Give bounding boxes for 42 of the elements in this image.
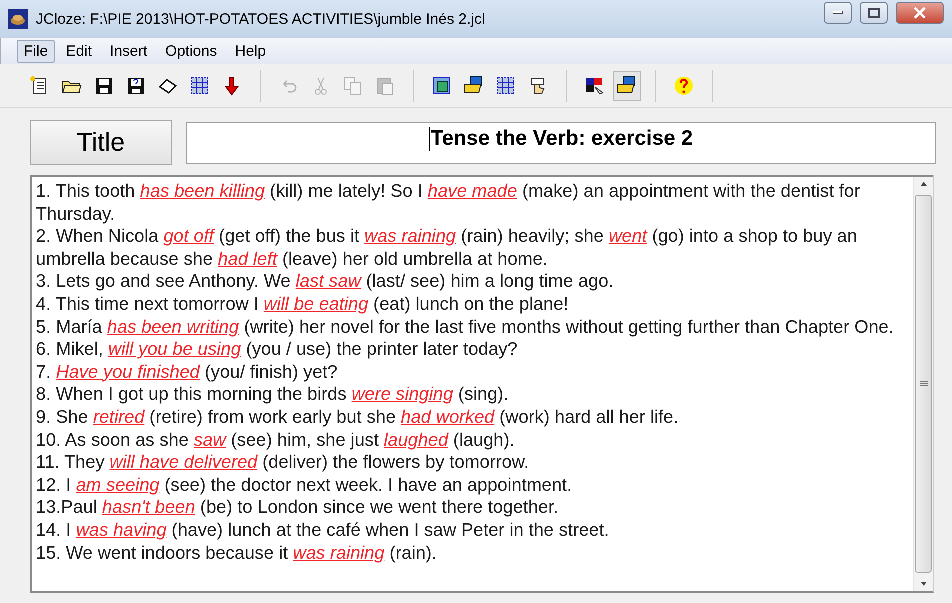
exercise-sentence: 5. María has been writing (write) her novel for the last five months without getting further than Chapter One. <box>36 316 895 338</box>
exercise-sentence: 13.Paul hasn't been (be) to London since we went there together. <box>36 496 560 519</box>
title-field[interactable]: Tense the Verb: exercise 2 <box>186 122 936 164</box>
exercise-sentence: 7. Have you finished (you/ finish) yet? <box>36 360 339 384</box>
exercise-sentence: 2. When Nicola got off (get off) the bus it was raining (rain) heavily; she went (go) into a shop to buy an umbrella because she had left (leave) her old umbrella at home. <box>36 225 858 270</box>
picture-grid-icon <box>431 74 453 96</box>
exercise-sentence: 15. We went indoors because it was raining (rain). <box>36 542 438 564</box>
close-icon <box>914 7 926 19</box>
restore-icon <box>868 8 880 18</box>
text-area[interactable] <box>30 175 934 593</box>
menu-item[interactable]: Insert <box>103 40 155 62</box>
folder-picture-icon <box>463 74 485 96</box>
scrollbar[interactable] <box>913 177 933 591</box>
exercise-sentence: 9. She retired (retire) from work early but she had worked (work) hard all her life. <box>36 406 680 429</box>
help-icon <box>673 74 695 96</box>
folder-picture-icon <box>616 74 638 96</box>
minimize-button[interactable] <box>824 2 852 24</box>
menu-item[interactable]: Options <box>158 40 224 62</box>
menu-item[interactable]: Edit <box>59 40 100 62</box>
exercise-sentence: 14. I was having (have) lunch at the café when I saw Peter in the street. <box>36 518 610 542</box>
web-page-icon <box>495 74 517 96</box>
scroll-thumb[interactable] <box>915 195 932 573</box>
exercise-sentence: 11. They will have delivered (deliver) the flowers by tomorrow. <box>36 451 530 474</box>
close-button[interactable] <box>896 2 944 24</box>
menu-item[interactable]: File <box>17 40 56 62</box>
grip-icon <box>920 381 928 387</box>
toolbar-button[interactable] <box>613 70 641 100</box>
app-icon <box>8 9 28 29</box>
exercise-sentence: 3. Lets go and see Anthony. We last saw (last/ see) him a long time ago. <box>36 270 615 293</box>
window-title: JCloze: F:\PIE 2013\HOT-POTATOES ACTIVITIES\jumble Inés 2.jcl <box>36 10 486 28</box>
menu-item[interactable]: Help <box>228 40 274 62</box>
exercise-sentence: 1. This tooth has been killing (kill) me lately! So I have made (make) an appointment with the dentist for Thursday. <box>36 180 862 226</box>
copy-icon <box>342 74 364 96</box>
exercise-sentence: 10. As soon as she saw (see) him, she just laughed (laugh). <box>36 428 516 452</box>
exercise-sentence: 12. I am seeing (see) the doctor next week. I have an appointment. <box>36 474 574 496</box>
exercise-sentence: 6. Mikel, will you be using (you / use) the printer later today? <box>36 338 519 361</box>
title-button[interactable]: Title <box>30 120 172 165</box>
exercise-sentence: 8. When I got up this morning the birds were singing (sing). <box>36 383 510 406</box>
web-page-icon <box>189 74 211 96</box>
minimize-icon <box>833 11 843 15</box>
exercise-sentence: 4. This time next tomorrow I will be eating (eat) lunch on the plane! <box>36 292 570 316</box>
maximize-button[interactable] <box>860 2 888 24</box>
